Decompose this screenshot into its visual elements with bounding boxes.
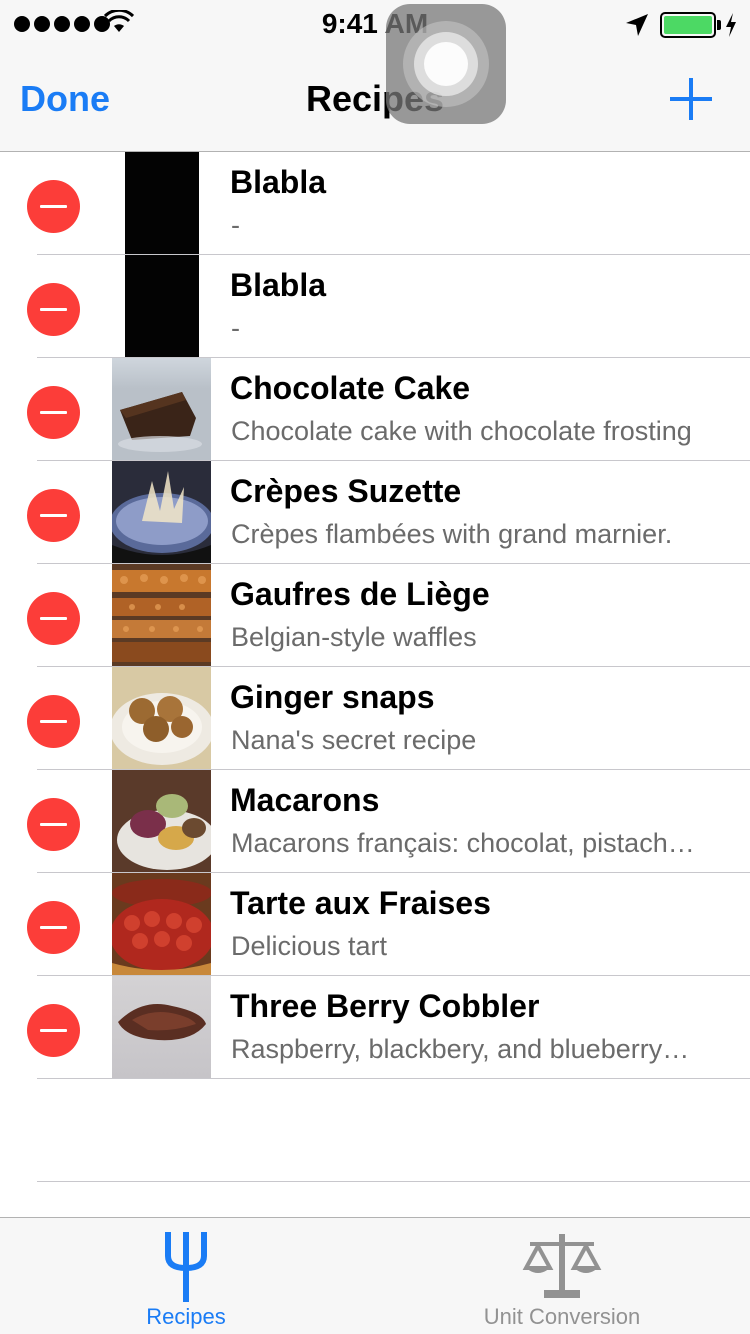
recipe-subtitle: Raspberry, blackbery, and blueberry… xyxy=(231,1034,690,1064)
minus-icon xyxy=(40,308,67,311)
delete-button[interactable] xyxy=(27,798,80,851)
battery-icon xyxy=(660,12,716,38)
recipe-title: Three Berry Cobbler xyxy=(230,988,540,1024)
delete-button[interactable] xyxy=(27,180,80,233)
delete-button[interactable] xyxy=(27,695,80,748)
recipe-row[interactable]: Ginger snaps Nana's secret recipe xyxy=(0,667,750,770)
recipe-title: Blabla xyxy=(230,164,327,200)
delete-button[interactable] xyxy=(27,592,80,645)
minus-icon xyxy=(40,411,67,414)
plus-icon xyxy=(670,78,712,120)
recipe-row[interactable]: Three Berry Cobbler Raspberry, blackbery… xyxy=(0,976,750,1079)
recipe-thumbnail xyxy=(112,358,211,460)
delete-button[interactable] xyxy=(27,386,80,439)
delete-button[interactable] xyxy=(27,489,80,542)
recipe-row[interactable]: Gaufres de Liège Belgian-style waffles xyxy=(0,564,750,667)
recipe-title: Gaufres de Liège xyxy=(230,576,490,612)
empty-row-divider xyxy=(37,1181,750,1182)
tab-recipes-label: Recipes xyxy=(146,1304,226,1329)
recipe-row[interactable]: Chocolate Cake Chocolate cake with choco… xyxy=(0,358,750,461)
charging-bolt-icon xyxy=(726,13,736,37)
recipe-subtitle: - xyxy=(231,210,240,240)
status-bar: 9:41 AM xyxy=(0,0,750,40)
scale-icon xyxy=(522,1234,602,1298)
delete-button[interactable] xyxy=(27,901,80,954)
recipe-row[interactable]: Blabla - xyxy=(0,255,750,358)
recipe-row[interactable]: Crèpes Suzette Crèpes flambées with gran… xyxy=(0,461,750,564)
recipe-title: Tarte aux Fraises xyxy=(230,885,491,921)
recipe-thumbnail xyxy=(125,152,199,254)
add-recipe-button[interactable] xyxy=(668,76,714,122)
recipe-thumbnail xyxy=(112,564,211,666)
minus-icon xyxy=(40,926,67,929)
recipe-thumbnail xyxy=(125,255,199,357)
recipe-subtitle: Nana's secret recipe xyxy=(231,725,477,755)
tab-unit-conversion-label: Unit Conversion xyxy=(483,1304,641,1329)
recipe-subtitle: Crèpes flambées with grand marnier. xyxy=(231,519,673,549)
minus-icon xyxy=(40,823,67,826)
recipe-row[interactable]: Macarons Macarons français: chocolat, pi… xyxy=(0,770,750,873)
recipe-title: Macarons xyxy=(230,782,380,818)
minus-icon xyxy=(40,205,67,208)
tab-unit-conversion[interactable]: Unit Conversion xyxy=(462,1218,662,1334)
location-arrow-icon xyxy=(626,14,648,36)
recipe-thumbnail xyxy=(112,976,211,1078)
recipe-subtitle: - xyxy=(231,313,240,343)
recipe-thumbnail xyxy=(112,873,211,975)
recipe-subtitle: Delicious tart xyxy=(231,931,388,961)
recipe-list: Blabla - Blabla - Chocolate Cake Chocola… xyxy=(0,152,750,1079)
recipe-subtitle: Belgian-style waffles xyxy=(231,622,477,652)
fork-icon xyxy=(165,1232,207,1302)
tab-bar: Recipes Unit Conversion xyxy=(0,1217,750,1334)
delete-button[interactable] xyxy=(27,1004,80,1057)
recipe-title: Chocolate Cake xyxy=(230,370,471,406)
recipe-subtitle: Macarons français: chocolat, pistach… xyxy=(231,828,695,858)
recipe-title: Blabla xyxy=(230,267,327,303)
recipe-thumbnail xyxy=(112,667,211,769)
recipe-thumbnail xyxy=(112,770,211,872)
recipe-thumbnail xyxy=(112,461,211,563)
recipe-subtitle: Chocolate cake with chocolate frosting xyxy=(231,416,692,446)
delete-button[interactable] xyxy=(27,283,80,336)
recipe-title: Crèpes Suzette xyxy=(230,473,462,509)
recipe-title: Ginger snaps xyxy=(230,679,435,715)
battery-tip xyxy=(717,20,721,30)
recipe-row[interactable]: Blabla - xyxy=(0,152,750,255)
navigation-bar: Done Recipes xyxy=(0,40,750,152)
minus-icon xyxy=(40,617,67,620)
page-title: Recipes xyxy=(305,78,445,119)
assistive-touch-button[interactable] xyxy=(386,4,506,124)
minus-icon xyxy=(40,514,67,517)
tab-recipes[interactable]: Recipes xyxy=(86,1218,286,1334)
minus-icon xyxy=(40,720,67,723)
minus-icon xyxy=(40,1029,67,1032)
recipe-row[interactable]: Tarte aux Fraises Delicious tart xyxy=(0,873,750,976)
